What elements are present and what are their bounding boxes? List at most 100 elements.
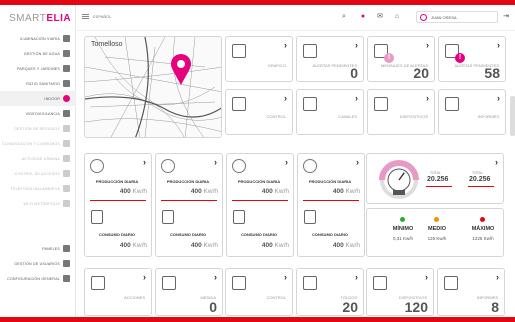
sidebar-item-label: Parques y jardines — [17, 66, 60, 71]
consumption-label: CONSUMO DIARIO — [241, 232, 277, 237]
chevron-right-icon: › — [495, 157, 498, 167]
channels-icon — [303, 97, 317, 111]
bottom-red-bar — [0, 317, 515, 322]
energy-card[interactable]: › PRODUCCIÓN DIARIA 400 Kw/h CONSUMO DIARIO… — [155, 153, 223, 257]
user-menu[interactable]: JUAN ORESA — [416, 11, 498, 23]
card-label: Gráfico — [267, 63, 286, 68]
energy-card[interactable]: › PRODUCCIÓN DIARIA 400 Kw/h CONSUMO DIARIO… — [226, 153, 294, 257]
production-icon — [232, 159, 246, 173]
chevron-right-icon: › — [285, 157, 288, 167]
production-unit: Kw/h — [274, 188, 289, 195]
production-unit: Kw/h — [203, 188, 218, 195]
sidebar-item[interactable]: Parques y jardines — [0, 61, 76, 76]
ruler-icon — [162, 276, 176, 290]
chevron-right-icon: › — [355, 93, 358, 103]
card-label: Dispositivos — [399, 114, 428, 119]
map-card[interactable]: Tomelloso — [84, 36, 222, 138]
chevron-right-icon: › — [426, 93, 429, 103]
sidebar-item[interactable]: Wi-fi metrópolis — [0, 196, 76, 211]
card-value: 0 — [209, 299, 217, 315]
summary-card[interactable]: › Control — [225, 268, 293, 316]
summary-card[interactable]: › Dispositivos — [367, 89, 435, 135]
sidebar-item[interactable]: Videovigilancia — [0, 106, 76, 121]
sidebar-item[interactable]: Gestión de agua — [0, 46, 76, 61]
card-value: 8 — [491, 299, 499, 315]
antenna-icon — [63, 185, 70, 192]
consumption-unit: Kw/h — [345, 242, 360, 249]
production-unit: Kw/h — [345, 188, 360, 195]
stats-card[interactable]: MÍNIMO 0,31 Kw/h MEDIO 125 Kw/h MÁXIMO 1225 K… — [366, 208, 504, 257]
chevron-right-icon: › — [284, 40, 287, 50]
sidebar-item-label: Paneles — [42, 246, 60, 251]
map-pin-icon[interactable] — [170, 54, 192, 86]
max-label: MÁXIMO — [471, 226, 495, 232]
mail-icon[interactable]: ✉ — [376, 13, 384, 21]
sidebar-item[interactable]: Indoor — [0, 91, 76, 106]
sidebar-bottom-item[interactable]: Paneles — [0, 241, 76, 256]
logout-icon[interactable]: ⇥ — [502, 13, 510, 21]
card-label: Acciones — [124, 295, 145, 300]
summary-card[interactable]: › Alertas pendientes 0 — [296, 36, 364, 82]
sidebar-item[interactable]: Iluminación viaria — [0, 31, 76, 46]
consumption-unit: Kw/h — [132, 242, 147, 249]
consumption-unit: Kw/h — [274, 242, 289, 249]
sidebar-bottom-item[interactable]: Configuración general — [0, 271, 76, 286]
summary-card[interactable]: › Informes 8 — [437, 268, 505, 316]
production-label: PRODUCCIÓN DIARIA — [95, 179, 139, 184]
summary-card[interactable]: ! › Alertas pendientes 58 — [438, 36, 506, 82]
energy-card[interactable]: › PRODUCCIÓN DIARIA 400 Kw/h CONSUMO DIARIO… — [84, 153, 152, 257]
menu-icon[interactable] — [82, 14, 89, 19]
energy-card[interactable]: › PRODUCCIÓN DIARIA 400 Kw/h CONSUMO DIARIO… — [297, 153, 365, 257]
sidebar-item[interactable]: Control de accesos — [0, 166, 76, 181]
sidebar-item[interactable]: Ratio sanitario — [0, 76, 76, 91]
chevron-right-icon: › — [425, 272, 428, 282]
card-value: 58 — [484, 65, 500, 81]
bell-icon — [303, 44, 317, 58]
summary-card[interactable]: › Dispositivos 120 — [366, 268, 434, 316]
sidebar-item-label: Actividad urbana — [21, 156, 60, 161]
max-dot — [480, 217, 485, 222]
chevron-right-icon: › — [355, 40, 358, 50]
home-icon[interactable]: ⌂ — [393, 13, 401, 21]
lightbulb-icon — [63, 35, 70, 42]
sidebar-bottom-item[interactable]: Gestión de usuarios — [0, 256, 76, 271]
sidebar-item[interactable]: Actividad urbana — [0, 151, 76, 166]
gauge-card[interactable]: › TOTAL 20.256 TOTAL 20.256 — [366, 153, 504, 204]
total-label: TOTAL — [430, 171, 441, 175]
summary-card[interactable]: › Acciones — [84, 268, 152, 316]
meter-icon — [304, 210, 316, 224]
divider — [426, 186, 452, 187]
bar-chart-icon — [232, 44, 246, 58]
alert-badge: ! — [384, 53, 394, 63]
devices-icon — [374, 97, 388, 111]
sidebar-item[interactable]: Climatización y consumos — [0, 136, 76, 151]
sidebar-bottom-nav: Paneles Gestión de usuarios Configuración … — [0, 241, 76, 286]
sidebar-item-label: Gestión de usuarios — [14, 261, 60, 266]
summary-card[interactable]: › Gráfico — [225, 36, 293, 82]
summary-card[interactable]: › Informes — [438, 89, 506, 135]
sidebar-item-label: Iluminación viaria — [20, 36, 60, 41]
alert-icon[interactable]: ● — [359, 13, 367, 21]
sidebar-item[interactable]: Gestión de residuos — [0, 121, 76, 136]
summary-card[interactable]: › Tóldos 20 — [296, 268, 364, 316]
summary-card[interactable]: › Medida 0 — [155, 268, 223, 316]
summary-card[interactable]: ! › Mensajes de alertas 20 — [367, 36, 435, 82]
production-icon — [161, 159, 175, 173]
devices-icon — [373, 276, 387, 290]
touch-icon — [91, 276, 105, 290]
panel-icon — [63, 245, 70, 252]
summary-card[interactable]: › Control — [225, 89, 293, 135]
card-value: 20 — [413, 65, 429, 81]
chevron-right-icon: › — [426, 40, 429, 50]
sidebar-item-label: Wi-fi metrópolis — [23, 201, 60, 206]
sidebar-item[interactable]: Telefonía inalámbrica — [0, 181, 76, 196]
summary-card[interactable]: › Canales — [296, 89, 364, 135]
divider — [303, 200, 359, 201]
language-selector[interactable]: ESPAÑOL — [93, 14, 112, 19]
card-value: 20 — [342, 299, 358, 315]
consumption-label: CONSUMO DIARIO — [99, 232, 135, 237]
scrollbar[interactable] — [510, 96, 515, 136]
max-value: 1225 Kw/h — [472, 236, 494, 241]
consumption-value: 400 — [190, 242, 202, 249]
search-icon[interactable]: ⌕ — [340, 13, 348, 21]
